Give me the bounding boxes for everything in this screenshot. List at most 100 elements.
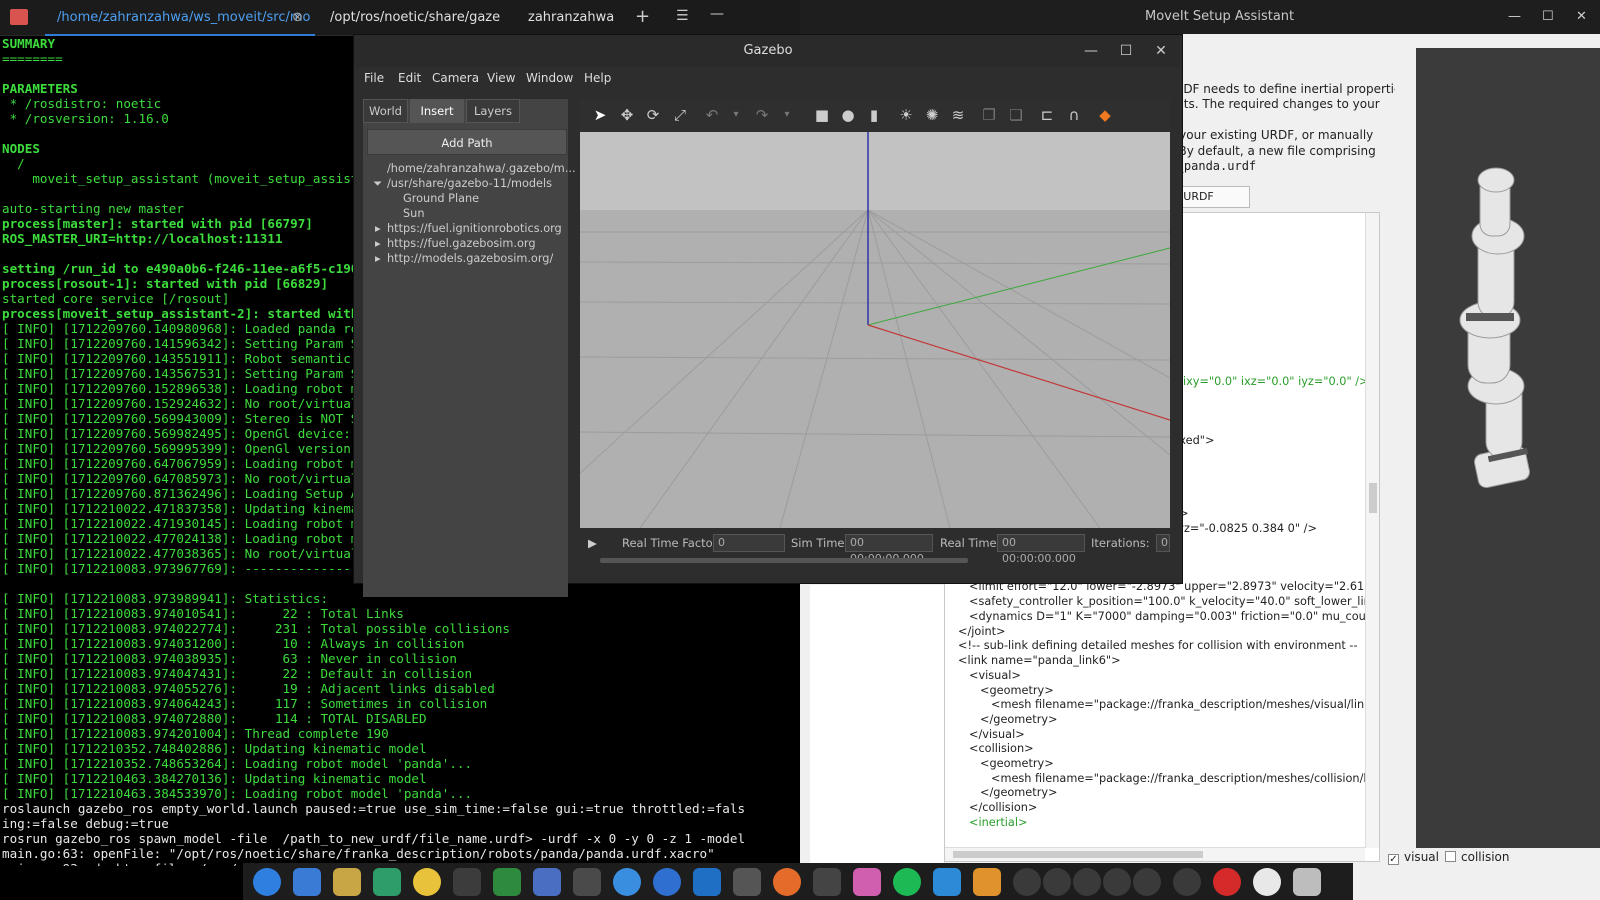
align-icon[interactable]: ⊏ xyxy=(1037,105,1057,125)
chrome-icon[interactable] xyxy=(413,868,441,896)
volume-icon[interactable] xyxy=(1073,868,1101,896)
tab-layers[interactable]: Layers xyxy=(466,99,520,123)
r-language-icon[interactable] xyxy=(653,868,681,896)
spotify-icon[interactable] xyxy=(893,868,921,896)
draw-icon[interactable] xyxy=(773,868,801,896)
tree-item-models-gazebosim[interactable]: http://models.gazebosim.org/ xyxy=(387,252,553,265)
notification-icon[interactable] xyxy=(1013,868,1041,896)
horizontal-scrollbar[interactable] xyxy=(945,847,1365,861)
snap-icon[interactable]: ∩ xyxy=(1064,105,1084,125)
close-icon[interactable]: ✕ xyxy=(1576,0,1587,34)
minimize-icon[interactable]: — xyxy=(1076,35,1106,67)
inkscape-icon[interactable] xyxy=(813,868,841,896)
tree-item-ignition[interactable]: https://fuel.ignitionrobotics.org xyxy=(387,222,562,235)
theme-icon[interactable] xyxy=(853,868,881,896)
gimp-icon[interactable] xyxy=(573,868,601,896)
robot-3d-view[interactable] xyxy=(1416,48,1600,848)
change-view-icon[interactable]: ◆ xyxy=(1095,105,1115,125)
close-icon[interactable]: ✕ xyxy=(1146,35,1176,67)
vscode-icon[interactable] xyxy=(693,868,721,896)
scale-icon[interactable]: ⤢ xyxy=(670,105,690,125)
collapse-arrow-icon[interactable]: ▸ xyxy=(375,252,381,265)
trash-icon[interactable] xyxy=(1293,868,1321,896)
xml-line: </joint> xyxy=(958,625,1006,638)
rotate-icon[interactable]: ⟳ xyxy=(643,105,663,125)
multitasking-icon[interactable] xyxy=(293,868,321,896)
box-shape-icon[interactable]: ■ xyxy=(812,105,832,125)
terminal-icon[interactable] xyxy=(453,868,481,896)
tab-insert[interactable]: Insert xyxy=(410,99,464,123)
gazebo-left-panel: World Insert Layers Add Path /home/zahra… xyxy=(363,99,576,597)
cylinder-shape-icon[interactable]: ▮ xyxy=(864,105,884,125)
tree-item-fuel[interactable]: https://fuel.gazebosim.org xyxy=(387,237,536,250)
document-icon[interactable] xyxy=(533,868,561,896)
terminal-tab-label: /opt/ros/noetic/share/gazebo xyxy=(330,10,500,25)
menu-edit[interactable]: Edit xyxy=(398,71,421,85)
undo-icon[interactable]: ↶ xyxy=(702,105,722,125)
collision-checkbox[interactable]: collision xyxy=(1445,850,1509,864)
app-launcher-icon[interactable] xyxy=(253,868,281,896)
menu-view[interactable]: View xyxy=(487,71,515,85)
spreadsheet-icon[interactable] xyxy=(493,868,521,896)
file-manager-icon[interactable] xyxy=(333,868,361,896)
scrollbar-thumb[interactable] xyxy=(953,851,1203,858)
translate-icon[interactable]: ✥ xyxy=(617,105,637,125)
point-light-icon[interactable]: ☀ xyxy=(896,105,916,125)
close-icon[interactable]: ⊗ xyxy=(292,0,303,34)
chevron-left-icon[interactable] xyxy=(1173,868,1201,896)
package-icon[interactable] xyxy=(973,868,1001,896)
menu-icon[interactable]: ☰ xyxy=(676,8,689,24)
keyboard-icon[interactable] xyxy=(1133,868,1161,896)
gazebo-3d-viewport[interactable] xyxy=(519,132,1441,529)
copy-icon[interactable]: ❐ xyxy=(979,105,999,125)
clock-icon[interactable] xyxy=(1253,868,1281,896)
tree-item-ground-plane[interactable]: Ground Plane xyxy=(403,192,479,205)
redo-icon[interactable]: ↷ xyxy=(752,105,772,125)
terminal-tab-2[interactable]: /opt/ros/noetic/share/gazebo xyxy=(330,0,500,36)
chevron-down-icon[interactable]: ▾ xyxy=(777,105,797,125)
menu-window[interactable]: Window xyxy=(526,71,573,85)
xml-line: <link name="panda_link6"> xyxy=(958,654,1121,667)
paste-icon[interactable]: ❏ xyxy=(1006,105,1026,125)
new-tab-icon[interactable]: + xyxy=(635,6,650,27)
terminal-line: [ INFO] [1712210083.974055276]: 19 : Adj… xyxy=(2,681,495,696)
browser-icon[interactable] xyxy=(613,868,641,896)
sphere-shape-icon[interactable]: ● xyxy=(838,105,858,125)
spot-light-icon[interactable]: ✺ xyxy=(922,105,942,125)
wifi-icon[interactable] xyxy=(1103,868,1131,896)
terminal-tab-1[interactable]: /home/zahranzahwa/ws_moveit/src/mo ⊗ xyxy=(45,0,315,36)
usb-icon[interactable] xyxy=(1043,868,1071,896)
ide-icon[interactable] xyxy=(933,868,961,896)
expand-arrow-icon[interactable]: ⏷ xyxy=(373,177,382,191)
tree-item-sun[interactable]: Sun xyxy=(403,207,425,220)
play-icon[interactable]: ▶ xyxy=(588,536,597,550)
directional-light-icon[interactable]: ≋ xyxy=(948,105,968,125)
collapse-arrow-icon[interactable]: ▸ xyxy=(375,237,381,250)
visual-checkbox[interactable]: ✓ visual xyxy=(1388,850,1439,865)
terminal-line: [ INFO] [1712210083.974031200]: 10 : Alw… xyxy=(2,636,465,651)
scrollbar-thumb[interactable] xyxy=(1369,483,1377,513)
horizontal-scrollbar[interactable] xyxy=(600,558,968,563)
minimize-icon[interactable]: — xyxy=(710,6,724,22)
add-path-button[interactable]: Add Path xyxy=(367,129,567,155)
collapse-arrow-icon[interactable]: ▸ xyxy=(375,222,381,235)
minimize-icon[interactable]: — xyxy=(1508,0,1521,34)
maximize-icon[interactable]: ☐ xyxy=(1111,35,1141,67)
vertical-scrollbar[interactable] xyxy=(1365,213,1379,848)
menu-file[interactable]: File xyxy=(364,71,384,85)
power-icon[interactable] xyxy=(1213,868,1241,896)
store-icon[interactable] xyxy=(733,868,761,896)
menu-help[interactable]: Help xyxy=(584,71,611,85)
terminal-tab-3[interactable]: zahranzahwa xyxy=(528,0,618,36)
gazebo-window[interactable]: Gazebo — ☐ ✕ File Edit Camera View Windo… xyxy=(353,34,1441,597)
description-line: tor. By default, a new file comprising xyxy=(1155,143,1376,158)
app-store-icon[interactable] xyxy=(373,868,401,896)
terminal-line: [ INFO] [1712210352.748653264]: Loading … xyxy=(2,756,473,771)
menu-camera[interactable]: Camera xyxy=(432,71,479,85)
select-arrow-icon[interactable]: ➤ xyxy=(590,105,610,125)
tree-item-usr-models[interactable]: /usr/share/gazebo-11/models xyxy=(387,177,552,190)
chevron-down-icon[interactable]: ▾ xyxy=(726,105,746,125)
tree-item-home-models[interactable]: /home/zahranzahwa/.gazebo/m... xyxy=(387,162,576,175)
maximize-icon[interactable]: ☐ xyxy=(1542,0,1554,34)
tab-world[interactable]: World xyxy=(363,99,408,123)
